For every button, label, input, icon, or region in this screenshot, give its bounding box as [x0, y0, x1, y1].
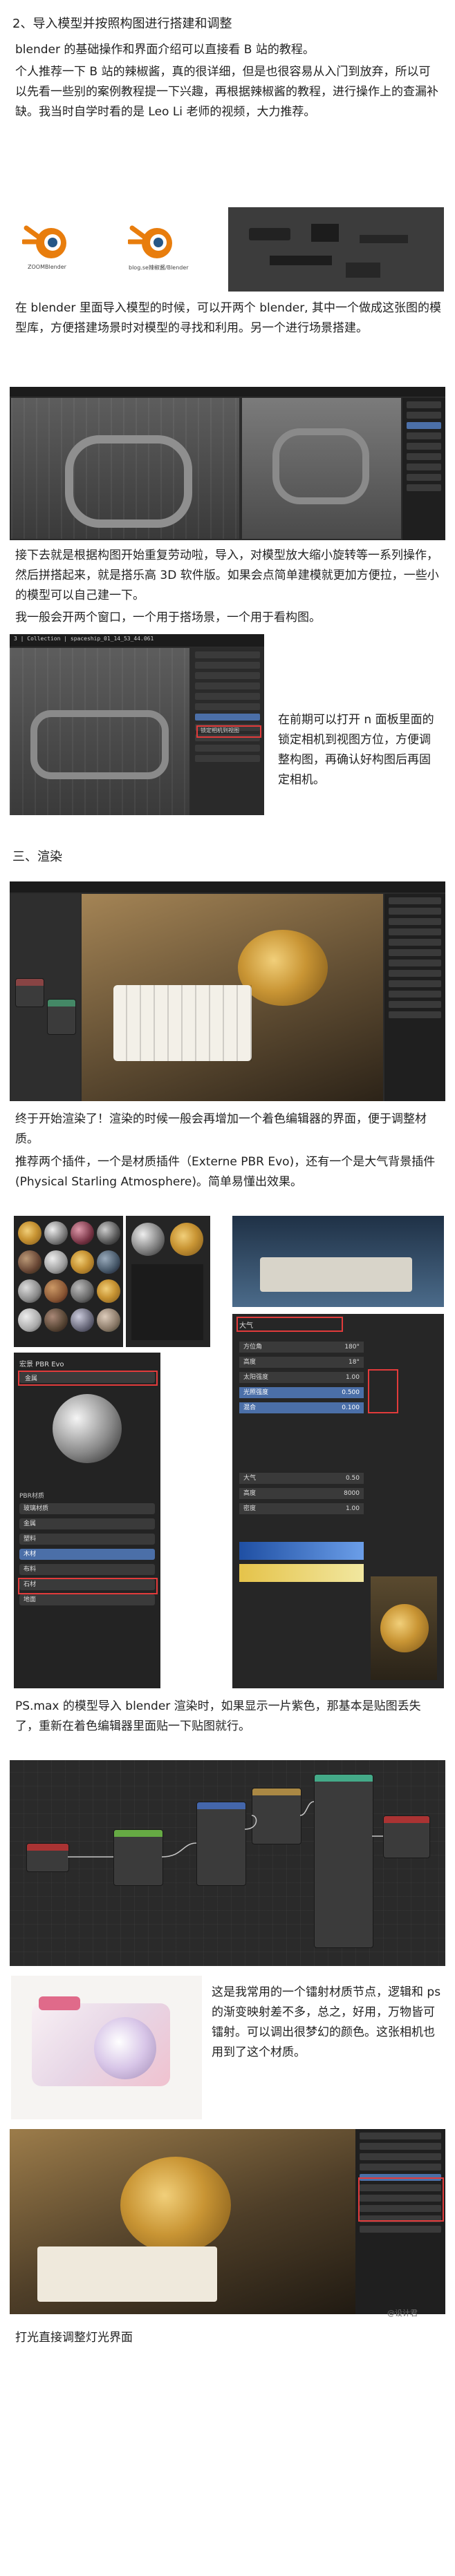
pbr-category-highlight — [18, 1371, 158, 1386]
logo-2-caption: blog.se辣椒酱/Blender — [129, 265, 189, 271]
atmo-row-value[interactable]: 1.00 — [346, 1372, 360, 1383]
node-note: 这是我常用的一个镭射材质节点，逻辑和 ps 的渐变映射差不多，总之，好用，万物皆… — [212, 1985, 441, 2059]
atmo-row2-label: 密度 — [243, 1505, 257, 1512]
closing-caption: 打光直接调整灯光界面 — [15, 2331, 133, 2345]
paragraph-purple-tip: PS.max 的模型导入 blender 渲染时，如果显示一片紫色，那基本是贴图… — [15, 1699, 421, 1733]
paragraph-intro: blender 的基础操作和界面介绍可以直接看 B 站的教程。 — [15, 43, 315, 57]
side-note: 在前期可以打开 n 面板里面的锁定相机到视图方位，方便调整构图，再确认好构图后再… — [278, 713, 434, 787]
atmo-row2-value[interactable]: 0.50 — [346, 1473, 360, 1484]
paragraph-two-windows: 在 blender 里面导入模型的时候，可以开两个 blender, 其中一个做… — [15, 301, 441, 335]
pbr-item[interactable]: 地面 — [19, 1594, 155, 1605]
pbr-section-label: PBR材质 — [19, 1493, 44, 1500]
paragraph-windows: 我一般会开两个窗口，一个用于搭场景，一个用于看构图。 — [15, 611, 321, 624]
atmo-row-label: 混合 — [243, 1404, 257, 1411]
pbr-item[interactable]: 布料 — [19, 1564, 155, 1575]
lock-camera-label: 锁定相机到视图 — [201, 727, 239, 734]
paragraph-repetition: 接下去就是根据构图开始重复劳动啦，导入，对模型放大缩小旋转等一系列操作，然后拼搭… — [15, 548, 439, 602]
watermark: @设计君 — [387, 2309, 418, 2318]
atmo-row-value[interactable]: 180° — [344, 1342, 360, 1353]
n-panel-screenshot: 3 | Collection | spaceship_01_14_53_44.0… — [10, 634, 264, 815]
atmosphere-preview — [232, 1216, 444, 1307]
render-interface-screenshot — [10, 881, 445, 1101]
pbr-item[interactable]: 塑料 — [19, 1534, 155, 1545]
atmo-row-label: 方位角 — [243, 1344, 263, 1351]
section-2-title: 2、导入模型并按照构图进行搭建和调整 — [12, 17, 232, 31]
paragraph-recommend: 个人推荐一下 B 站的辣椒酱，真的很详细，但是也很容易从入门到放弃，所以可以先看… — [15, 65, 438, 119]
atmo-row-label: 光照强度 — [243, 1389, 269, 1396]
atmo-control-highlight — [368, 1369, 398, 1413]
atmo-row-value[interactable]: 18° — [349, 1357, 360, 1368]
holographic-camera-image — [11, 1976, 202, 2119]
blender-logo-1 — [21, 221, 71, 261]
pbr-item[interactable]: 玻璃材质 — [19, 1503, 155, 1514]
section-3-title: 三、渲染 — [12, 850, 62, 864]
pbr-item[interactable]: 金属 — [19, 1518, 155, 1529]
atmo-title-highlight — [236, 1317, 343, 1332]
atmo-row-value[interactable]: 0.100 — [342, 1402, 360, 1413]
pbr-panel-screenshot: 宏景 PBR Evo 金属 PBR材质 玻璃材质 金属 塑料 木材 布料 石材 … — [14, 1353, 160, 1688]
atmo-row2-value[interactable]: 1.00 — [346, 1503, 360, 1514]
atmo-row-value[interactable]: 0.500 — [342, 1387, 360, 1398]
atmo-row2-label: 高度 — [243, 1490, 257, 1497]
blender-logo-2 — [127, 221, 176, 261]
paragraph-rendering: 终于开始渲染了！渲染的时候一般会再增加一个着色编辑器的界面，便于调整材质。 — [15, 1112, 427, 1146]
atmo-row2-label: 大气 — [243, 1475, 257, 1482]
light-settings-highlight — [358, 2177, 444, 2222]
collection-title: 3 | Collection | spaceship_01_14_53_44.0… — [14, 636, 154, 642]
pbr-item-highlight — [18, 1578, 158, 1594]
atmo-row-label: 太阳强度 — [243, 1374, 269, 1381]
model-library-screenshot — [228, 207, 444, 292]
atmo-row-label: 高度 — [243, 1359, 257, 1366]
atmo-row2-value[interactable]: 8000 — [344, 1488, 360, 1499]
node-editor-screenshot — [10, 1760, 445, 1966]
logo-1-caption: ZOOMBlender — [28, 264, 66, 270]
pbr-item[interactable]: 木材 — [19, 1549, 155, 1560]
atmosphere-panel-screenshot: 大气 方位角 180° 高度 18° 太阳强度 1.00 光照强度 0.500 混合 0.… — [232, 1314, 444, 1688]
lighting-screenshot — [10, 2129, 445, 2314]
pbr-panel-title: 宏景 PBR Evo — [19, 1361, 64, 1368]
paragraph-plugins: 推荐两个插件，一个是材质插件（Externe PBR Evo)，还有一个是大气背… — [15, 1155, 436, 1189]
material-browser — [126, 1216, 210, 1347]
scene-building-screenshot — [10, 387, 445, 540]
material-balls-grid — [14, 1216, 123, 1347]
